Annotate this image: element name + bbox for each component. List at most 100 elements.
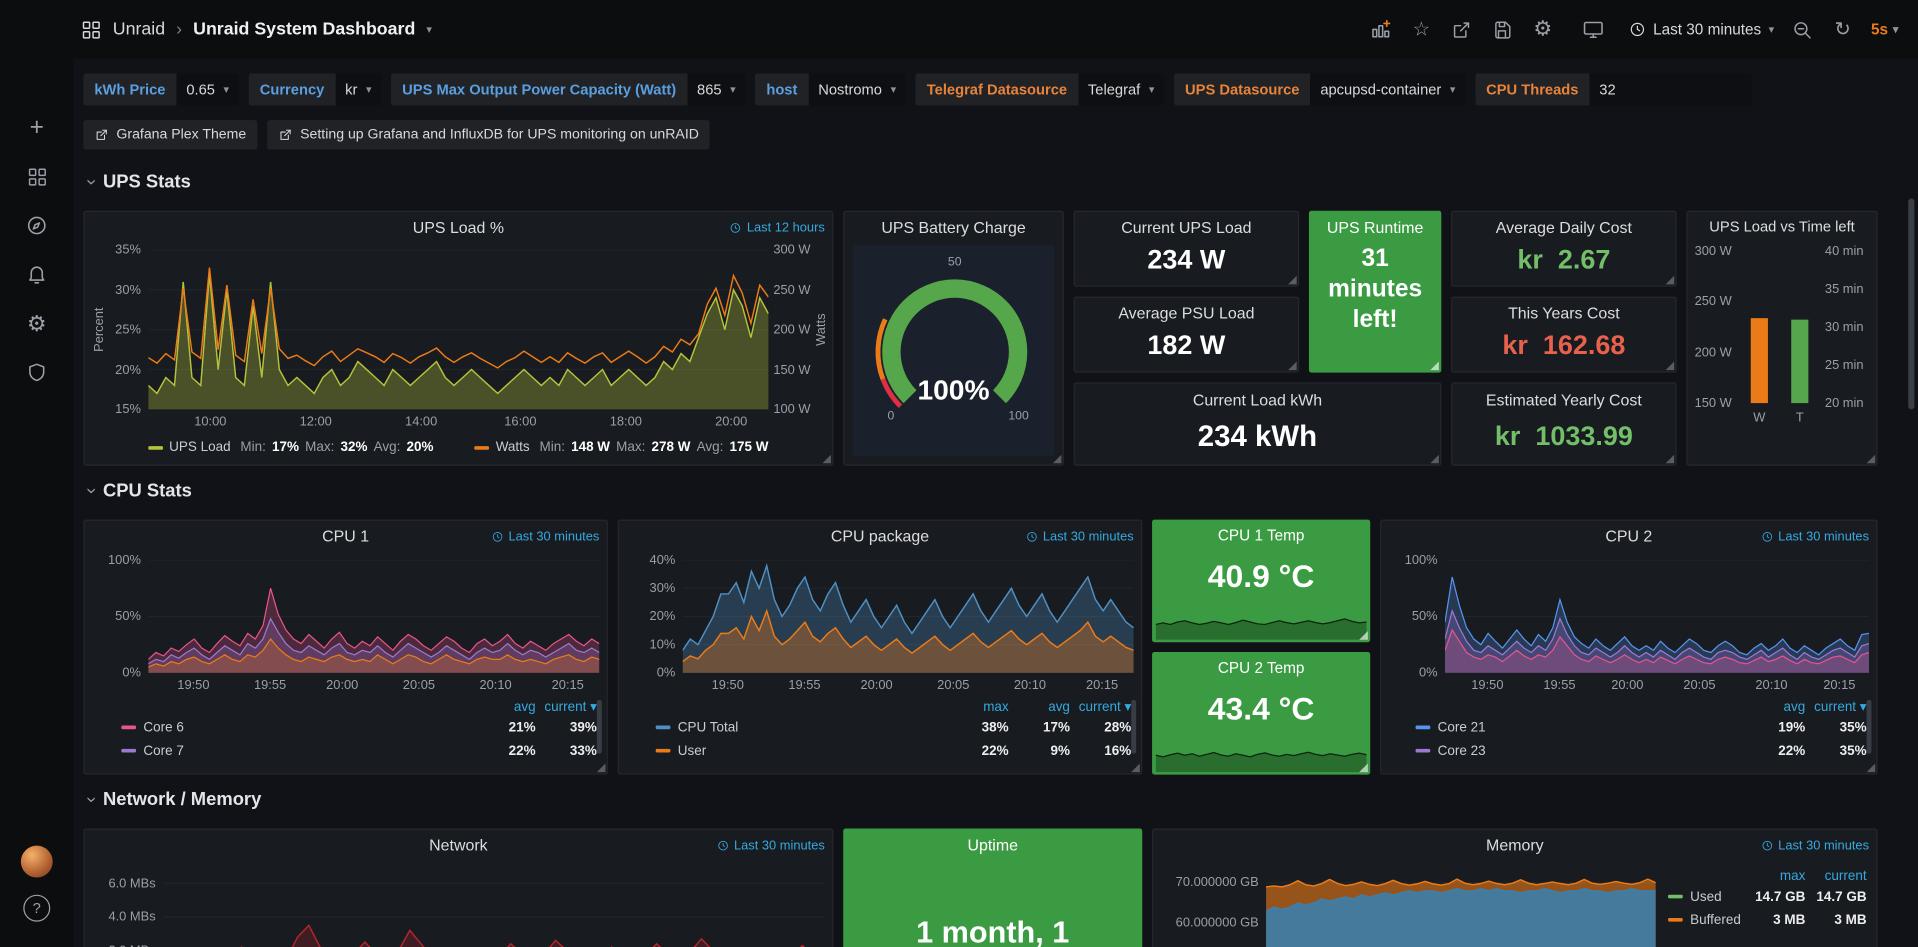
section-cpu-stats[interactable]: › CPU Stats xyxy=(88,480,192,501)
ups-load-chart[interactable] xyxy=(148,250,768,409)
panel-title[interactable]: Current UPS Load xyxy=(1075,218,1298,236)
variable-value[interactable]: 0.65▾ xyxy=(177,74,239,106)
sidebar-create-button[interactable]: + xyxy=(0,113,74,142)
legend-series[interactable]: WattsMin:148 WMax:278 WAvg:175 W xyxy=(475,440,769,455)
legend-scrollbar[interactable] xyxy=(1867,700,1872,754)
badge-label: Last 30 minutes xyxy=(734,838,825,853)
sidebar-alerting-button[interactable] xyxy=(0,262,74,287)
panel-title[interactable]: Average PSU Load xyxy=(1075,304,1298,322)
variable-value[interactable]: Telegraf▾ xyxy=(1078,74,1164,106)
sidebar-server-admin-button[interactable] xyxy=(0,360,74,385)
star-button[interactable]: ☆ xyxy=(1409,16,1434,43)
panel-title[interactable]: Average Daily Cost xyxy=(1452,218,1675,236)
variable-cpu-threads[interactable]: CPU Threads32 xyxy=(1475,74,1751,106)
variable-ups-datasource[interactable]: UPS Datasourceapcupsd-container▾ xyxy=(1174,74,1465,106)
panel-title[interactable]: UPS Battery Charge xyxy=(844,218,1062,236)
variable-value[interactable]: Nostromo▾ xyxy=(808,74,905,106)
sidebar-dashboards-button[interactable] xyxy=(0,164,74,189)
breadcrumb-app[interactable]: Unraid xyxy=(113,20,165,40)
legend-row[interactable]: CPU Total38%17%28% xyxy=(656,716,1132,739)
panel-title[interactable]: This Years Cost xyxy=(1452,304,1675,322)
cpu-package-chart[interactable] xyxy=(683,560,1134,673)
legend-column-current[interactable]: current xyxy=(1805,868,1866,883)
clock-icon xyxy=(491,531,503,543)
variable-value[interactable]: 865▾ xyxy=(687,74,745,106)
cycle-view-button[interactable] xyxy=(1581,16,1606,43)
series-name[interactable]: Core 21 xyxy=(1416,720,1744,735)
series-name[interactable]: CPU Total xyxy=(656,720,948,735)
breadcrumb: Unraid › Unraid System Dashboard ▾ xyxy=(81,0,432,59)
dashboard-link[interactable]: Setting up Grafana and InfluxDB for UPS … xyxy=(267,120,710,149)
user-avatar[interactable] xyxy=(21,846,53,878)
chart-legend: UPS LoadMin:17%Max:32%Avg:20% WattsMin:14… xyxy=(148,440,768,455)
series-name[interactable]: Buffered xyxy=(1668,912,1744,927)
variable-value[interactable]: apcupsd-container▾ xyxy=(1311,74,1466,106)
axis-tick-label: 70.000000 GB xyxy=(1176,875,1259,890)
panel-title[interactable]: CPU 2 Temp xyxy=(1153,659,1369,676)
caret-down-icon: ▾ xyxy=(1893,23,1899,36)
variable-value[interactable]: kr▾ xyxy=(335,74,381,106)
legend-row[interactable]: Core 2119%35% xyxy=(1416,716,1867,739)
legend-column-max[interactable]: max xyxy=(947,699,1008,714)
variable-currency[interactable]: Currencykr▾ xyxy=(249,74,382,106)
legend-row[interactable]: Core 621%39% xyxy=(121,716,597,739)
legend-column-avg[interactable]: avg xyxy=(1744,699,1805,714)
legend-row[interactable]: User22%9%16% xyxy=(656,739,1132,762)
zoom-out-button[interactable] xyxy=(1790,16,1815,43)
page-scrollbar[interactable] xyxy=(1908,199,1914,410)
panel-title[interactable]: UPS Runtime xyxy=(1310,218,1440,236)
dashboard-link[interactable]: Grafana Plex Theme xyxy=(83,120,257,149)
legend-column-avg[interactable]: avg xyxy=(474,699,535,714)
panel-ups-load-vs-time-left: UPS Load vs Time left 300 W250 W200 W150… xyxy=(1686,211,1877,466)
apps-grid-icon[interactable] xyxy=(81,19,102,40)
breadcrumb-title[interactable]: Unraid System Dashboard xyxy=(193,20,415,40)
sidebar-configuration-button[interactable]: ⚙ xyxy=(0,310,74,337)
caret-down-icon[interactable]: ▾ xyxy=(426,23,432,36)
legend-row[interactable]: Used14.7 GB14.7 GB xyxy=(1668,885,1867,908)
share-button[interactable] xyxy=(1450,16,1475,43)
panel-title[interactable]: UPS Load vs Time left xyxy=(1688,218,1877,235)
series-name[interactable]: Core 23 xyxy=(1416,743,1744,758)
legend-row[interactable]: Core 722%33% xyxy=(121,739,597,762)
variable-telegraf-datasource[interactable]: Telegraf DatasourceTelegraf▾ xyxy=(916,74,1164,106)
variable-kwh-price[interactable]: kWh Price0.65▾ xyxy=(83,74,239,106)
dashboard-settings-button[interactable]: ⚙ xyxy=(1531,16,1556,43)
legend-column-current[interactable]: current ▾ xyxy=(1805,699,1866,715)
memory-chart[interactable] xyxy=(1266,866,1656,947)
legend-column-avg[interactable]: avg xyxy=(1009,699,1070,714)
series-name[interactable]: Used xyxy=(1668,889,1744,904)
time-range-picker[interactable]: Last 30 minutes ▾ xyxy=(1629,21,1775,38)
network-chart[interactable] xyxy=(163,866,825,947)
apps-grid-icon xyxy=(26,166,47,187)
cpu1-chart[interactable] xyxy=(148,560,599,673)
legend-column-max[interactable]: max xyxy=(1744,868,1805,883)
legend-series[interactable]: UPS LoadMin:17%Max:32%Avg:20% xyxy=(148,440,433,455)
section-network-memory[interactable]: › Network / Memory xyxy=(88,789,261,810)
panel-title[interactable]: CPU 1 Temp xyxy=(1153,527,1369,544)
series-name[interactable]: Core 7 xyxy=(121,743,474,758)
help-button[interactable]: ? xyxy=(23,895,50,922)
panel-title[interactable]: UPS Load % xyxy=(85,218,833,236)
legend-column-current[interactable]: current ▾ xyxy=(536,699,597,715)
series-name[interactable]: Core 6 xyxy=(121,720,474,735)
sidebar-explore-button[interactable] xyxy=(0,213,74,238)
variable-input[interactable]: 32 xyxy=(1589,74,1751,106)
legend-scrollbar[interactable] xyxy=(1131,700,1136,754)
add-panel-button[interactable] xyxy=(1369,16,1394,43)
series-name[interactable]: User xyxy=(656,743,948,758)
panel-title[interactable]: Current Load kWh xyxy=(1075,391,1440,409)
section-ups-stats[interactable]: › UPS Stats xyxy=(88,172,191,193)
panel-title[interactable]: Estimated Yearly Cost xyxy=(1452,391,1675,409)
ups-bar-chart[interactable] xyxy=(1739,251,1820,403)
variable-host[interactable]: hostNostromo▾ xyxy=(755,74,906,106)
cpu2-chart[interactable] xyxy=(1445,560,1869,673)
panel-title[interactable]: Uptime xyxy=(844,836,1141,854)
legend-row[interactable]: Core 2322%35% xyxy=(1416,739,1867,762)
refresh-interval-picker[interactable]: 5s ▾ xyxy=(1871,21,1898,38)
legend-scrollbar[interactable] xyxy=(597,700,602,754)
save-button[interactable] xyxy=(1490,16,1515,43)
legend-column-current[interactable]: current ▾ xyxy=(1070,699,1131,715)
variable-ups-max-output-power-capacity-watt-[interactable]: UPS Max Output Power Capacity (Watt)865▾ xyxy=(391,74,745,106)
legend-row[interactable]: Buffered3 MB3 MB xyxy=(1668,908,1867,931)
refresh-button[interactable]: ↻ xyxy=(1831,16,1856,43)
